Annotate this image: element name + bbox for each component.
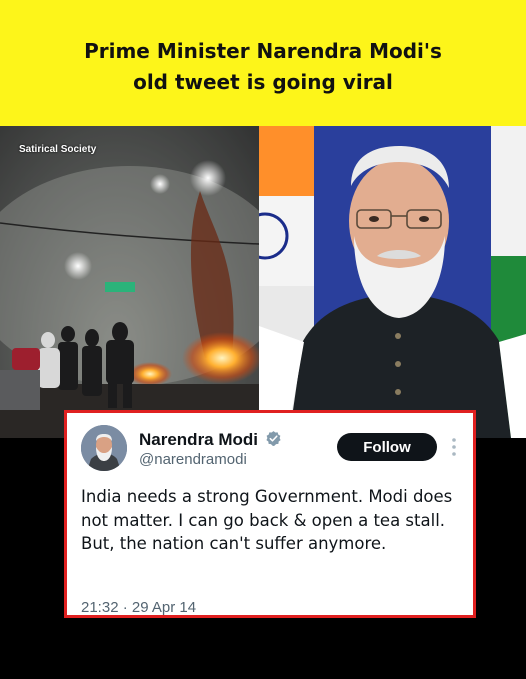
headline-line-2: old tweet is going viral: [133, 70, 393, 94]
follow-button[interactable]: Follow: [337, 433, 437, 461]
verified-badge-icon: [266, 431, 281, 447]
tweet-timestamp[interactable]: 21:32 · 29 Apr 14: [81, 599, 196, 616]
tweet-text: India needs a strong Government. Modi do…: [81, 487, 453, 553]
author-handle[interactable]: @narendramodi: [139, 451, 247, 468]
more-options-icon[interactable]: [451, 437, 457, 457]
protest-fire-photo: Satirical Society: [0, 126, 259, 438]
headline: Prime Minister Narendra Modi's old tweet…: [43, 36, 483, 98]
headline-banner: Prime Minister Narendra Modi's old tweet…: [0, 0, 526, 126]
watermark-label: Satirical Society: [19, 144, 97, 155]
headline-line-1: Prime Minister Narendra Modi's: [84, 39, 442, 63]
author-name[interactable]: Narendra Modi: [139, 430, 258, 450]
modi-portrait-photo: [259, 126, 526, 438]
tweet-card: Narendra Modi @narendramodi Follow India…: [64, 410, 476, 618]
avatar[interactable]: [81, 425, 127, 471]
